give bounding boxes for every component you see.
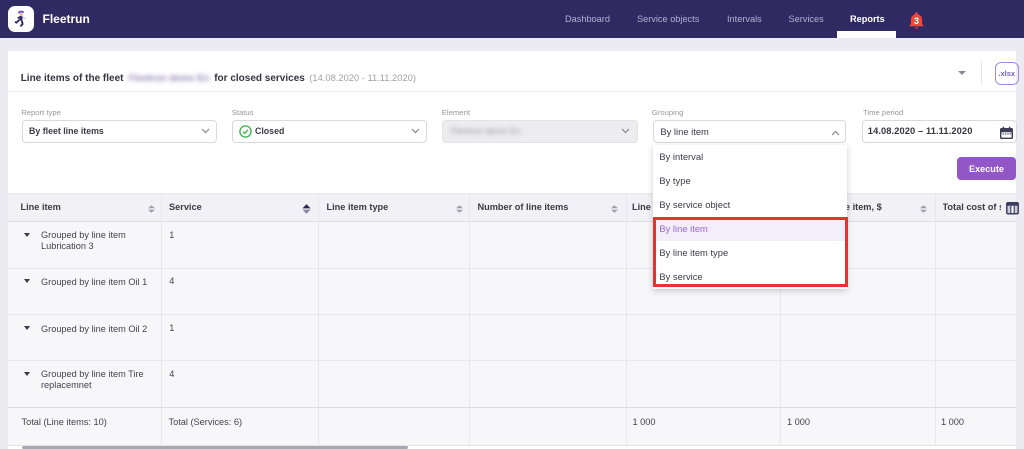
svg-text:3: 3: [914, 16, 919, 26]
